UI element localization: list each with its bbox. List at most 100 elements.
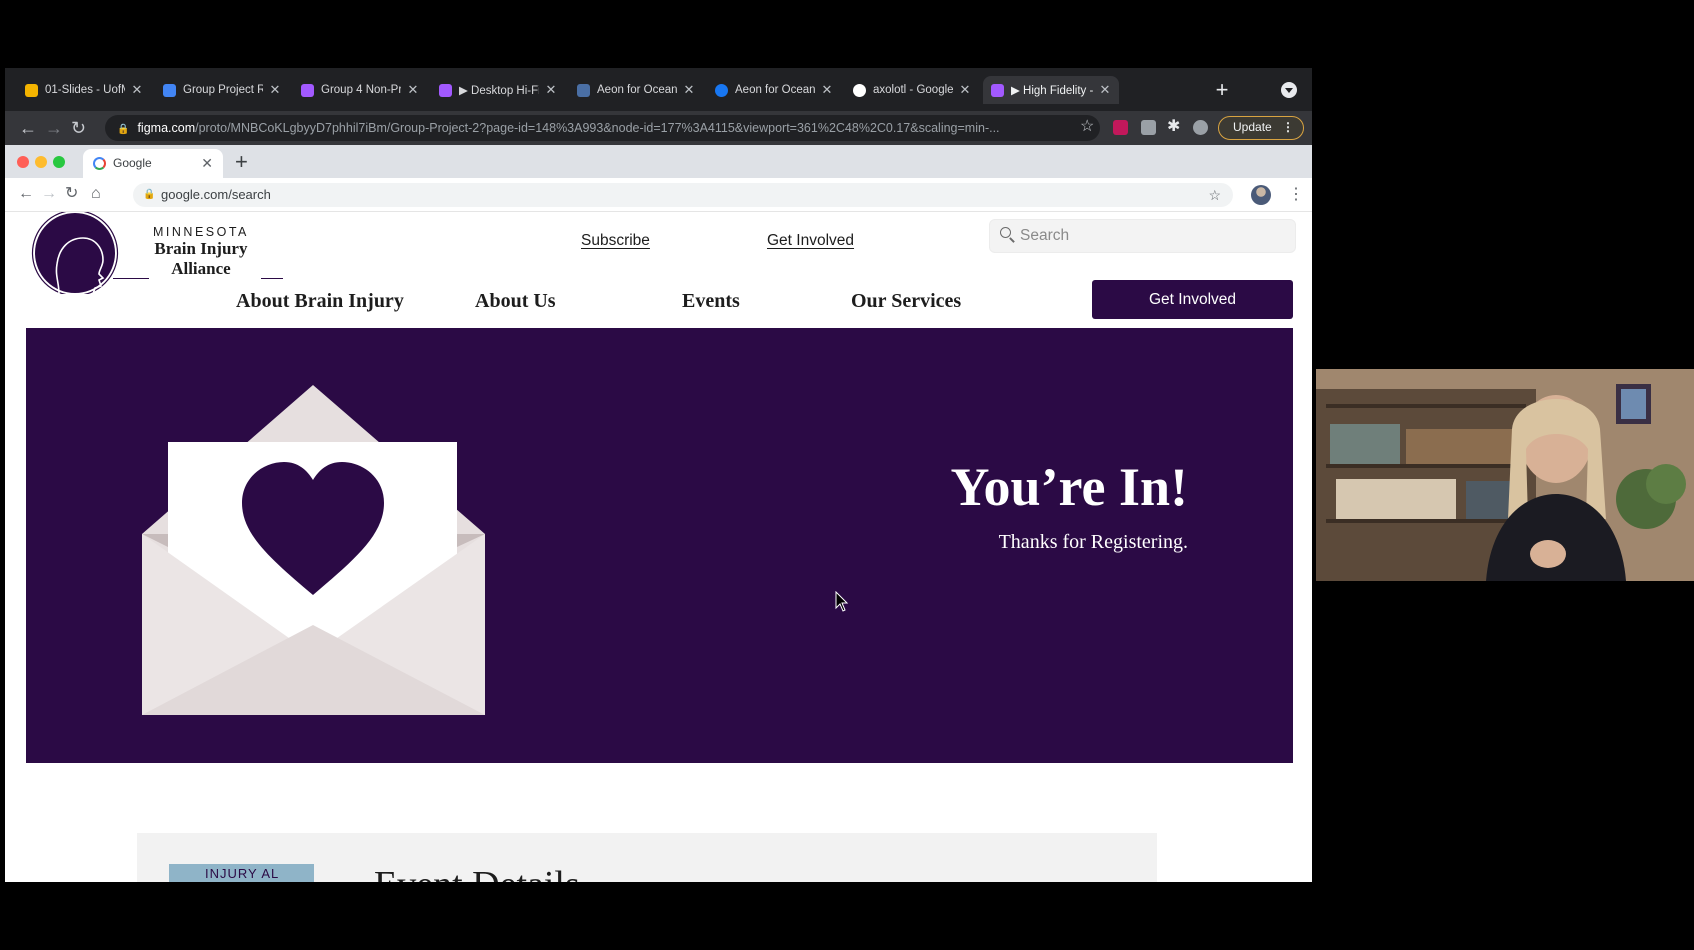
logo-underline — [261, 278, 283, 279]
forward-arrow-icon[interactable]: → — [41, 185, 57, 203]
event-badge-image: INJURY AL — [169, 864, 314, 882]
url-text: google.com/search — [161, 187, 271, 202]
extension-icon[interactable] — [1113, 120, 1128, 135]
lock-icon: 🔒 — [143, 189, 156, 200]
new-tab-plus-icon[interactable]: + — [1211, 79, 1233, 102]
screen: 01-Slides - UofM ✕ Group Project Re ✕ Gr… — [0, 0, 1694, 950]
logo-line-minnesota: MINNESOTA — [153, 225, 249, 239]
minimize-window-dot[interactable] — [35, 156, 47, 168]
outer-tab-8-active[interactable]: ▶ High Fidelity - ✕ — [983, 76, 1119, 104]
close-icon[interactable]: ✕ — [683, 82, 695, 98]
outer-tab-2[interactable]: Group Project Re ✕ — [155, 76, 289, 104]
close-icon[interactable]: ✕ — [1099, 82, 1111, 98]
outer-tab-6[interactable]: Aeon for Ocean's ✕ — [707, 76, 841, 104]
google-icon — [853, 83, 866, 97]
new-tab-plus-icon[interactable]: + — [235, 151, 248, 173]
search-icon — [1000, 227, 1011, 238]
kebab-menu-icon: ⋮ — [1282, 120, 1294, 134]
participant-video-thumbnail — [1316, 369, 1694, 581]
head-logo-icon[interactable] — [29, 212, 121, 294]
close-icon[interactable]: ✕ — [201, 149, 213, 178]
event-details-title: Event Details — [374, 863, 580, 882]
profile-avatar-icon[interactable] — [1193, 120, 1208, 135]
close-icon[interactable]: ✕ — [407, 82, 419, 98]
outer-tab-1[interactable]: 01-Slides - UofM ✕ — [17, 76, 151, 104]
nav-our-services[interactable]: Our Services — [851, 290, 961, 313]
forward-arrow-icon[interactable]: → — [45, 118, 63, 138]
tab-label: ▶ High Fidelity - — [1011, 85, 1093, 97]
outer-tab-strip: 01-Slides - UofM ✕ Group Project Re ✕ Gr… — [5, 68, 1312, 111]
tab-label: Aeon for Ocean's — [735, 84, 815, 96]
url-domain: figma.com — [137, 121, 196, 135]
outer-toolbar: ← → ↻ 🔒 figma.com/proto/MNBCoKLgbyyD7phhi… — [5, 111, 1312, 145]
close-icon[interactable]: ✕ — [269, 82, 281, 98]
search-input[interactable]: Search — [989, 219, 1296, 253]
logo-wordmark[interactable]: MINNESOTA Brain Injury Alliance — [153, 225, 249, 279]
logo-underline — [113, 278, 149, 279]
close-icon[interactable]: ✕ — [545, 82, 557, 98]
reload-icon[interactable]: ↻ — [65, 185, 78, 203]
mouse-cursor-icon — [835, 591, 849, 612]
nav-events[interactable]: Events — [682, 290, 740, 313]
drive-icon — [25, 83, 38, 97]
outer-tab-7[interactable]: axolotl - Google ✕ — [845, 76, 979, 104]
puzzle-extensions-icon[interactable]: ✱ — [1167, 117, 1180, 137]
back-arrow-icon[interactable]: ← — [18, 185, 34, 203]
outer-tab-5[interactable]: Aeon for Ocean: ✕ — [569, 76, 703, 104]
bookmark-star-icon[interactable]: ☆ — [1208, 183, 1221, 207]
tab-label: ▶ Desktop Hi-Fi F — [459, 85, 539, 97]
docs-icon — [163, 83, 176, 97]
inner-address-bar[interactable]: 🔒 google.com/search ☆ — [133, 183, 1233, 207]
get-involved-link[interactable]: Get Involved — [767, 232, 854, 250]
event-details-section: INJURY AL Event Details — [137, 833, 1157, 882]
close-icon[interactable]: ✕ — [131, 82, 143, 98]
url-path: /proto/MNBCoKLgbyyD7phhil7iBm/Group-Proj… — [195, 121, 1000, 135]
inner-toolbar: ← → ↻ ⌂ 🔒 google.com/search ☆ ⋮ — [5, 178, 1312, 212]
tab-label: axolotl - Google — [873, 84, 953, 96]
extension-icon[interactable] — [1141, 120, 1156, 135]
figma-icon — [301, 83, 314, 97]
kebab-menu-icon[interactable]: ⋮ — [1288, 184, 1304, 204]
inner-browser-window: Google ✕ + ← → ↻ ⌂ 🔒 google.com/search ☆… — [5, 145, 1312, 882]
tab-label: 01-Slides - UofM — [45, 84, 125, 96]
tab-label: Group 4 Non-Pro — [321, 84, 401, 96]
close-icon[interactable]: ✕ — [821, 82, 833, 98]
back-arrow-icon[interactable]: ← — [19, 118, 37, 138]
outer-tab-4[interactable]: ▶ Desktop Hi-Fi F ✕ — [431, 76, 565, 104]
nav-about-us[interactable]: About Us — [475, 290, 556, 313]
wave-icon — [577, 83, 590, 97]
logo-line-brain-injury: Brain Injury — [154, 239, 248, 258]
update-label: Update — [1233, 120, 1272, 134]
nav-about-brain-injury[interactable]: About Brain Injury — [236, 290, 404, 313]
home-icon[interactable]: ⌂ — [91, 185, 101, 203]
get-involved-button[interactable]: Get Involved — [1092, 280, 1293, 319]
tab-label: Group Project Re — [183, 84, 263, 96]
inner-tab-google[interactable]: Google ✕ — [83, 149, 223, 178]
tab-search-icon[interactable] — [1281, 82, 1297, 98]
search-placeholder: Search — [1020, 227, 1070, 244]
outer-address-bar[interactable]: 🔒 figma.com/proto/MNBCoKLgbyyD7phhil7iBm/… — [105, 115, 1100, 141]
figma-icon — [991, 83, 1004, 97]
facebook-icon — [715, 83, 728, 97]
subscribe-link[interactable]: Subscribe — [581, 232, 650, 250]
close-icon[interactable]: ✕ — [959, 82, 971, 98]
outer-browser-window: 01-Slides - UofM ✕ Group Project Re ✕ Gr… — [5, 68, 1312, 882]
hero-title: You’re In! — [950, 457, 1188, 517]
website-page: MINNESOTA Brain Injury Alliance Subscrib… — [5, 212, 1312, 882]
logo-line-alliance: Alliance — [171, 259, 231, 278]
figma-icon — [439, 83, 452, 97]
zoom-window-dot[interactable] — [53, 156, 65, 168]
hero-subtitle: Thanks for Registering. — [998, 531, 1188, 553]
close-window-dot[interactable] — [17, 156, 29, 168]
update-button[interactable]: Update ⋮ — [1218, 116, 1304, 140]
confirmation-hero: You’re In! Thanks for Registering. — [26, 328, 1293, 763]
outer-tab-3[interactable]: Group 4 Non-Pro ✕ — [293, 76, 427, 104]
inner-tab-strip: Google ✕ + — [5, 145, 1312, 178]
bookmark-star-icon[interactable]: ☆ — [1080, 117, 1094, 137]
badge-text: INJURY AL — [205, 866, 280, 881]
lock-icon: 🔒 — [117, 124, 130, 135]
tab-label: Aeon for Ocean: — [597, 84, 677, 96]
envelope-heart-illustration — [142, 385, 485, 715]
reload-icon[interactable]: ↻ — [71, 118, 86, 138]
profile-avatar[interactable] — [1251, 185, 1271, 205]
